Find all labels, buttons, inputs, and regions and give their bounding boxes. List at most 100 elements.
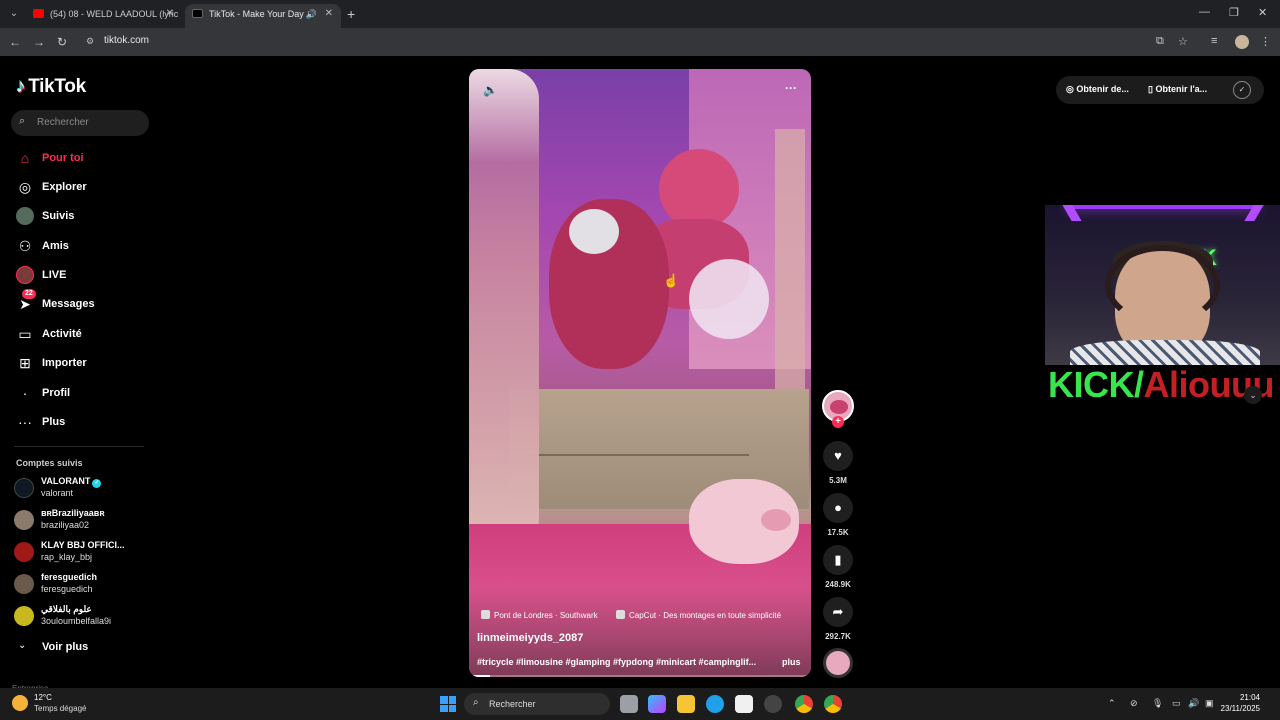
- bookmark-icon: ▮: [834, 552, 842, 567]
- maximize-button[interactable]: ❐: [1229, 6, 1239, 19]
- avatar: [14, 542, 34, 562]
- followed-account[interactable]: VALORANT ✓ valorant: [14, 476, 154, 504]
- sidebar-divider: [14, 446, 144, 447]
- profile-avatar[interactable]: [1235, 35, 1249, 49]
- new-tab-button[interactable]: +: [347, 6, 355, 22]
- back-button[interactable]: ←: [9, 34, 21, 50]
- like-button[interactable]: ♥: [823, 441, 853, 471]
- tab-tiktok[interactable]: TikTok - Make Your Day 🔊 ✕: [185, 4, 341, 28]
- save-button[interactable]: ▮: [823, 545, 853, 575]
- chevron-down-icon: ⌄: [18, 640, 27, 651]
- wifi-icon[interactable]: ▭: [1172, 698, 1181, 709]
- capcut-tag[interactable]: CapCut · Des montages en toute simplicit…: [616, 610, 781, 623]
- stream-channel-overlay: KICK/Aliouuu: [1048, 364, 1274, 405]
- location-tag[interactable]: Pont de Londres · Southwark: [481, 610, 598, 623]
- video-author[interactable]: linmeimeiyyds_2087: [477, 632, 583, 644]
- followed-account[interactable]: ʙʀBraziliyaaʙʀ braziliyaa02: [14, 508, 154, 536]
- video-progress-bar[interactable]: [469, 675, 811, 677]
- get-app-button[interactable]: ▯ Obtenir l'a...: [1148, 84, 1207, 95]
- nav-live[interactable]: LIVE: [14, 264, 154, 288]
- inbox-icon[interactable]: ✓: [1233, 81, 1251, 99]
- taskbar-search[interactable]: ⌕ Rechercher: [464, 693, 610, 715]
- install-app-icon[interactable]: ⧉: [1156, 35, 1164, 48]
- hand-cursor-icon: ☝: [663, 273, 680, 288]
- reload-button[interactable]: ↻: [57, 34, 67, 50]
- edge-icon[interactable]: [706, 695, 724, 713]
- nav-more[interactable]: ··· Plus: [14, 411, 154, 435]
- bookmark-star-icon[interactable]: ☆: [1178, 35, 1188, 48]
- address-input[interactable]: ⚙ tiktok.com: [80, 31, 1200, 53]
- share-button[interactable]: ➦: [823, 597, 853, 627]
- location-icon: [481, 610, 490, 619]
- follow-plus-button[interactable]: +: [832, 416, 844, 428]
- nav-messages[interactable]: ➤ 22 Messages: [14, 289, 154, 317]
- taskbar-clock[interactable]: 21:04 23/11/2025: [1200, 692, 1260, 714]
- close-window-button[interactable]: ✕: [1258, 6, 1267, 19]
- file-explorer-icon[interactable]: [677, 695, 695, 713]
- followed-account[interactable]: feresguedich feresguedich: [14, 572, 154, 600]
- site-info-icon[interactable]: ⚙: [86, 36, 94, 47]
- tiktok-logo[interactable]: ♪ TikTok: [16, 76, 86, 98]
- windows-start-icon[interactable]: [440, 696, 456, 712]
- nav-for-you[interactable]: ⌂ Pour toi: [14, 147, 154, 171]
- video-player[interactable]: 🔈 ··· Pont de Londres · Southwark CapCut…: [469, 69, 811, 677]
- chrome-icon[interactable]: [795, 695, 813, 713]
- volume-icon[interactable]: 🔈: [483, 83, 498, 97]
- chevron-up-icon[interactable]: ⌃: [1108, 698, 1116, 709]
- search-placeholder: Rechercher: [37, 117, 89, 128]
- nav-profile[interactable]: · Profil: [14, 382, 154, 406]
- speaker-icon[interactable]: 🔊: [1188, 698, 1199, 709]
- media-control-icon[interactable]: ≡: [1211, 35, 1217, 47]
- browser-tab-bar: ⌄ (54) 08 - WELD LAADOUL (lyric ✕ TikTok…: [0, 0, 1280, 28]
- copilot-icon[interactable]: [648, 695, 666, 713]
- live-avatar-icon: [16, 266, 34, 284]
- progress-fill: [469, 675, 490, 677]
- tiktok-note-icon: ♪: [16, 76, 26, 97]
- minimize-button[interactable]: —: [1199, 6, 1210, 18]
- avatar: [14, 510, 34, 530]
- nav-explore[interactable]: ◎ Explorer: [14, 176, 154, 200]
- nav-friends[interactable]: ⚇ Amis: [14, 235, 154, 259]
- next-video-chevron-icon[interactable]: ⌄: [1244, 386, 1262, 404]
- obs-icon[interactable]: [764, 695, 782, 713]
- tiktok-favicon-icon: [192, 9, 203, 18]
- activity-icon: ▭: [18, 326, 32, 342]
- friends-icon: ⚇: [18, 238, 32, 254]
- comment-icon: ●: [834, 500, 842, 515]
- share-count: 292.7K: [825, 632, 851, 641]
- profile-icon: ·: [22, 385, 28, 401]
- like-count: 5.3M: [829, 476, 847, 485]
- music-disc-icon[interactable]: [823, 648, 853, 678]
- forward-button[interactable]: →: [33, 34, 45, 50]
- more-icon: ···: [18, 414, 32, 430]
- tab-search-icon[interactable]: ⌄: [6, 6, 22, 22]
- followed-account[interactable]: KLAY BBJ OFFICI... rap_klay_bbj: [14, 540, 154, 568]
- tab-title: (54) 08 - WELD LAADOUL (lyric: [50, 9, 179, 19]
- home-icon: ⌂: [20, 150, 30, 166]
- weather-status: Temps dégagé: [34, 704, 87, 713]
- browser-menu-icon[interactable]: ⋮: [1260, 35, 1271, 48]
- comment-button[interactable]: ●: [823, 493, 853, 523]
- nav-upload[interactable]: ⊞ Importer: [14, 352, 154, 376]
- streamer-webcam: CK: [1045, 205, 1280, 365]
- more-options-icon[interactable]: ···: [785, 81, 797, 95]
- close-tab-icon[interactable]: ✕: [166, 4, 174, 24]
- followed-account[interactable]: علوم بالفلاقي 3ouloumbelfalla9i: [14, 604, 154, 632]
- more-description-button[interactable]: plus: [782, 657, 801, 667]
- compass-icon: ◎: [18, 179, 32, 195]
- url-text: tiktok.com: [104, 35, 150, 46]
- network-icon[interactable]: ⊘: [1130, 698, 1138, 709]
- speaker-icon[interactable]: 🔊: [306, 4, 317, 24]
- nav-following[interactable]: Suivis: [14, 205, 154, 229]
- task-view-icon[interactable]: [620, 695, 638, 713]
- nav-activity[interactable]: ▭ Activité: [14, 323, 154, 347]
- get-coins-button[interactable]: ◎ Obtenir de...: [1066, 84, 1129, 95]
- address-bar-row: ← → ↻ ⚙ tiktok.com ⧉ ☆ ≡ ⋮: [0, 28, 1280, 56]
- chrome-icon[interactable]: [824, 695, 842, 713]
- tab-youtube[interactable]: (54) 08 - WELD LAADOUL (lyric ✕: [26, 4, 182, 28]
- search-input[interactable]: ⌕ Rechercher: [11, 110, 149, 136]
- close-tab-icon[interactable]: ✕: [325, 4, 333, 24]
- microphone-icon[interactable]: 🎙: [1152, 698, 1163, 709]
- store-icon[interactable]: [735, 695, 753, 713]
- weather-moon-icon[interactable]: [12, 695, 28, 711]
